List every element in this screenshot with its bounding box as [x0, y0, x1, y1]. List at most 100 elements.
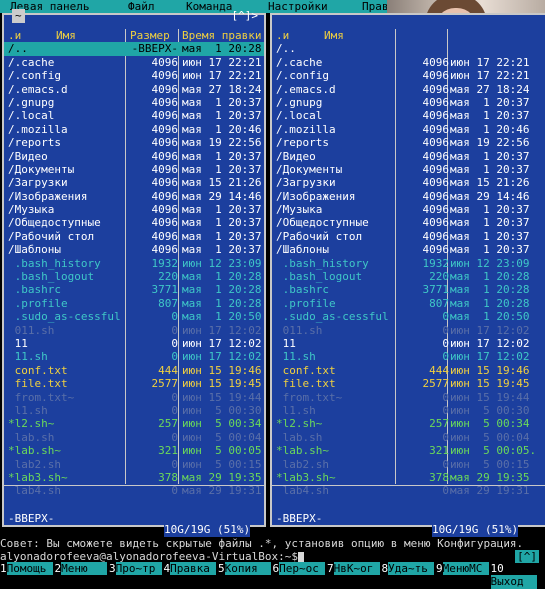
fkey-7[interactable]: 7НвК~ог — [327, 562, 380, 575]
fkey-9[interactable]: 9МенюМС — [436, 562, 489, 575]
file-row[interactable]: .profile807мая 1 20:28 — [272, 297, 545, 310]
file-row[interactable]: /.. — [272, 42, 545, 55]
file-row[interactable]: .bashrc3771мая 1 20:28 — [272, 283, 545, 296]
file-row[interactable]: lab.sh0июн 5 00:04 — [4, 431, 264, 444]
left-panel-controls[interactable]: [^]> — [232, 9, 259, 22]
file-row[interactable]: lab2.sh0июн 5 00:15 — [272, 458, 545, 471]
header-size[interactable]: Размер — [130, 29, 170, 42]
file-row[interactable]: /.local4096мая 1 20:37 — [272, 109, 545, 122]
file-row[interactable]: 11.sh0июн 17 12:02 — [4, 350, 264, 363]
header-time[interactable]: Время правки — [182, 29, 261, 42]
file-row[interactable]: .bash_logout220мая 1 20:28 — [272, 270, 545, 283]
file-row[interactable]: /Видео4096мая 1 20:37 — [4, 150, 264, 163]
file-row[interactable]: /Загрузки4096мая 15 21:26 — [4, 176, 264, 189]
fkey-10[interactable]: 10Выход — [491, 562, 545, 575]
file-date: мая 1 20:37 — [450, 163, 529, 176]
file-row[interactable]: 011.sh0июн 17 12:02 — [4, 324, 264, 337]
file-row[interactable]: 110июн 17 12:02 — [4, 337, 264, 350]
right-panel[interactable]: .и Имя /../.cache4096июн 17 22:21/.confi… — [270, 13, 545, 527]
header-name[interactable]: Имя — [324, 29, 344, 42]
file-row[interactable]: *lab3.sh~378мая 29 19:35 — [4, 471, 264, 484]
file-row[interactable]: /Изображения4096мая 29 14:46 — [272, 190, 545, 203]
fkey-5[interactable]: 5Копия — [218, 562, 271, 575]
file-date: июн 5 00:05. — [450, 444, 536, 457]
file-row[interactable]: from.txt~0июн 15 19:44 — [272, 391, 545, 404]
file-row[interactable]: /Загрузки4096мая 15 21:26 — [272, 176, 545, 189]
file-row[interactable]: /.local4096мая 1 20:37 — [4, 109, 264, 122]
file-size: 0 — [442, 350, 449, 363]
file-size: 1932 — [152, 257, 179, 270]
file-row[interactable]: /Шаблоны4096мая 1 20:37 — [272, 243, 545, 256]
file-row[interactable]: /Шаблоны4096мая 1 20:37 — [4, 243, 264, 256]
cursor — [298, 552, 304, 563]
file-row[interactable]: conf.txt444июн 15 19:46 — [272, 364, 545, 377]
file-row[interactable]: *lab.sh~321июн 5 00:05 — [4, 444, 264, 457]
fkey-6[interactable]: 6Пер~ос — [273, 562, 326, 575]
fkey-2[interactable]: 2Меню — [55, 562, 108, 575]
file-row[interactable]: l1.sh0июн 5 00:30 — [272, 404, 545, 417]
file-size: 4096 — [152, 123, 179, 136]
file-row[interactable]: /.emacs.d4096мая 27 18:24 — [272, 83, 545, 96]
file-row[interactable]: 110июн 17 12:02 — [272, 337, 545, 350]
file-row[interactable]: /.gnupg4096мая 1 20:37 — [4, 96, 264, 109]
file-row[interactable]: .bashrc3771мая 1 20:28 — [4, 283, 264, 296]
file-row[interactable]: from.txt~0июн 15 19:44 — [4, 391, 264, 404]
file-row[interactable]: file.txt2577июн 15 19:45 — [4, 377, 264, 390]
file-row[interactable]: .sudo_as-cessful0мая 1 20:50 — [272, 310, 545, 323]
menu-settings[interactable]: Настройки — [268, 0, 328, 13]
file-date: мая 1 20:37 — [450, 216, 529, 229]
file-row[interactable]: /Общедоступные4096мая 1 20:37 — [272, 216, 545, 229]
file-date: мая 1 20:46 — [182, 123, 261, 136]
file-row[interactable]: l1.sh0июн 5 00:30 — [4, 404, 264, 417]
file-row[interactable]: /Музыка4096мая 1 20:37 — [272, 203, 545, 216]
file-row[interactable]: .bash_logout220мая 1 20:28 — [4, 270, 264, 283]
header-name[interactable]: Имя — [56, 29, 76, 42]
file-row[interactable]: file.txt2577июн 15 19:45 — [272, 377, 545, 390]
menu-file[interactable]: Файл — [128, 0, 155, 13]
file-row[interactable]: *lab3.sh~378мая 29 19:35 — [272, 471, 545, 484]
left-panel[interactable]: ~ [^]> .и Имя Размер Время правки /..-ВВ… — [2, 13, 266, 527]
file-row[interactable]: /.emacs.d4096мая 27 18:24 — [4, 83, 264, 96]
file-row[interactable]: /Рабочий стол4096мая 1 20:37 — [272, 230, 545, 243]
file-row[interactable]: *l2.sh~257июн 5 00:34 — [272, 417, 545, 430]
file-row[interactable]: /Изображения4096мая 29 14:46 — [4, 190, 264, 203]
file-row[interactable]: .bash_history1932июн 12 23:09 — [4, 257, 264, 270]
file-row[interactable]: lab.sh0июн 5 00:04 — [272, 431, 545, 444]
fkey-3[interactable]: 3Про~тр — [109, 562, 162, 575]
file-row[interactable]: /Музыка4096мая 1 20:37 — [4, 203, 264, 216]
file-row[interactable]: /reports4096мая 19 22:56 — [272, 136, 545, 149]
file-row[interactable]: .profile807мая 1 20:28 — [4, 297, 264, 310]
left-panel-tab[interactable]: ~ — [12, 9, 25, 22]
file-row[interactable]: /.mozilla4096мая 1 20:46 — [4, 123, 264, 136]
file-row[interactable]: /.cache4096июн 17 22:21 — [272, 56, 545, 69]
file-row[interactable]: conf.txt444июн 15 19:46 — [4, 364, 264, 377]
header-sort-n[interactable]: .и — [8, 29, 21, 42]
fkey-4[interactable]: 4Правка — [164, 562, 217, 575]
file-date: июн 5 00:34 — [182, 417, 261, 430]
file-row[interactable]: .bash_history1932июн 12 23:09 — [272, 257, 545, 270]
file-row[interactable]: /Общедоступные4096мая 1 20:37 — [4, 216, 264, 229]
file-row[interactable]: 11.sh0июн 17 12:02 — [272, 350, 545, 363]
file-row[interactable]: *lab.sh~321июн 5 00:05. — [272, 444, 545, 457]
file-row[interactable]: /reports4096мая 19 22:56 — [4, 136, 264, 149]
file-row[interactable]: /Рабочий стол4096мая 1 20:37 — [4, 230, 264, 243]
file-row[interactable]: /.mozilla4096мая 1 20:46 — [272, 123, 545, 136]
file-row[interactable]: /.config4096июн 17 22:21 — [4, 69, 264, 82]
file-row[interactable]: /Видео4096мая 1 20:37 — [272, 150, 545, 163]
file-row[interactable]: .sudo_as-cessful0мая 1 20:50 — [4, 310, 264, 323]
file-row[interactable]: lab2.sh0июн 5 00:15 — [4, 458, 264, 471]
fkey-number: 10 — [491, 562, 504, 575]
fkey-1[interactable]: 1Помощь — [0, 562, 53, 575]
file-row[interactable]: /.cache4096июн 17 22:21 — [4, 56, 264, 69]
header-sort-n[interactable]: .и — [276, 29, 289, 42]
file-row[interactable]: /.config4096июн 17 22:21 — [272, 69, 545, 82]
file-row[interactable]: /Документы4096мая 1 20:37 — [4, 163, 264, 176]
file-row[interactable]: /Документы4096мая 1 20:37 — [272, 163, 545, 176]
file-size: 0 — [442, 431, 449, 444]
menu-command[interactable]: Команда — [186, 0, 232, 13]
file-row[interactable]: /..-ВВЕРХ-мая 1 20:28 — [4, 42, 264, 55]
file-row[interactable]: 011.sh0июн 17 12:02 — [272, 324, 545, 337]
file-row[interactable]: /.gnupg4096мая 1 20:37 — [272, 96, 545, 109]
fkey-8[interactable]: 8Уда~ть — [382, 562, 435, 575]
file-row[interactable]: *l2.sh~257июн 5 00:34 — [4, 417, 264, 430]
